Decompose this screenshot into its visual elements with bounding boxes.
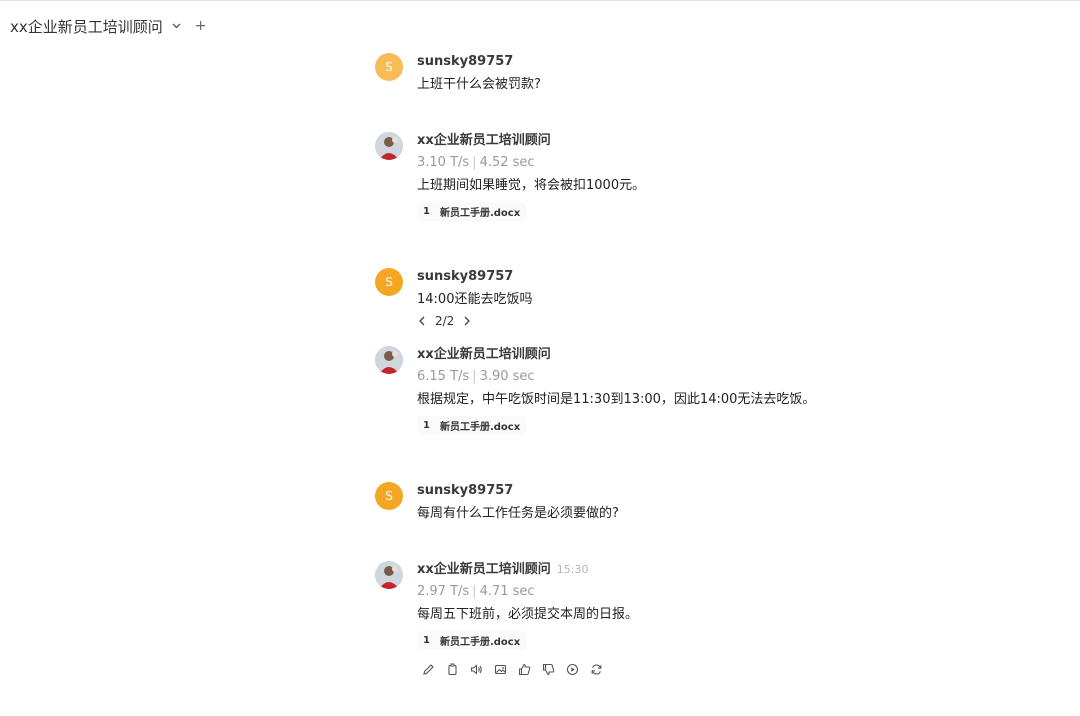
message-author: xx企业新员工培训顾问 bbox=[417, 133, 551, 148]
chevron-down-icon[interactable] bbox=[171, 20, 183, 32]
chat-title[interactable]: xx企业新员工培训顾问 bbox=[10, 16, 163, 37]
generation-stats: 6.15 T/s | 3.90 sec bbox=[417, 369, 535, 384]
chat-header: xx企业新员工培训顾问 + bbox=[10, 14, 207, 38]
message-actions bbox=[421, 662, 1037, 676]
message-time: 15:30 bbox=[556, 563, 589, 576]
avatar: S bbox=[375, 53, 403, 81]
avatar: S bbox=[375, 268, 403, 296]
generation-stats: 2.97 T/s | 4.71 sec bbox=[417, 584, 535, 599]
message-text: 根据规定，中午吃饭时间是11:30到13:00，因此14:00无法去吃饭。 bbox=[417, 392, 816, 407]
citation-chip[interactable]: 1 新员工手册.docx bbox=[417, 631, 527, 650]
message-text: 每周有什么工作任务是必须要做的? bbox=[417, 506, 619, 521]
version-pager: 2/2 bbox=[417, 314, 1037, 328]
message-author: sunsky89757 bbox=[417, 54, 514, 69]
play-icon[interactable] bbox=[565, 662, 579, 676]
message-text: 每周五下班前，必须提交本周的日报。 bbox=[417, 607, 639, 622]
avatar: S bbox=[375, 482, 403, 510]
new-chat-plus-icon[interactable]: + bbox=[195, 18, 207, 34]
message-author: xx企业新员工培训顾问 15:30 bbox=[417, 562, 589, 577]
copy-icon[interactable] bbox=[445, 662, 459, 676]
citation-chip[interactable]: 1 新员工手册.docx bbox=[417, 416, 527, 435]
message-text: 14:00还能去吃饭吗 bbox=[417, 292, 533, 307]
message-author: xx企业新员工培训顾问 bbox=[417, 347, 551, 362]
thumbs-down-icon[interactable] bbox=[541, 662, 555, 676]
pager-count: 2/2 bbox=[435, 314, 455, 328]
message-author: sunsky89757 bbox=[417, 483, 514, 498]
speaker-icon[interactable] bbox=[469, 662, 483, 676]
regenerate-icon[interactable] bbox=[589, 662, 603, 676]
edit-icon[interactable] bbox=[421, 662, 435, 676]
generation-stats: 3.10 T/s | 4.52 sec bbox=[417, 155, 535, 170]
top-border bbox=[0, 0, 1080, 1]
avatar bbox=[375, 132, 403, 160]
chevron-left-icon[interactable] bbox=[417, 315, 427, 327]
thumbs-up-icon[interactable] bbox=[517, 662, 531, 676]
message-author: sunsky89757 bbox=[417, 269, 514, 284]
avatar bbox=[375, 561, 403, 589]
message-text: 上班期间如果睡觉，将会被扣1000元。 bbox=[417, 178, 646, 193]
image-icon[interactable] bbox=[493, 662, 507, 676]
avatar bbox=[375, 346, 403, 374]
message-text: 上班干什么会被罚款? bbox=[417, 77, 541, 92]
citation-chip[interactable]: 1 新员工手册.docx bbox=[417, 202, 527, 221]
chevron-right-icon[interactable] bbox=[462, 315, 472, 327]
